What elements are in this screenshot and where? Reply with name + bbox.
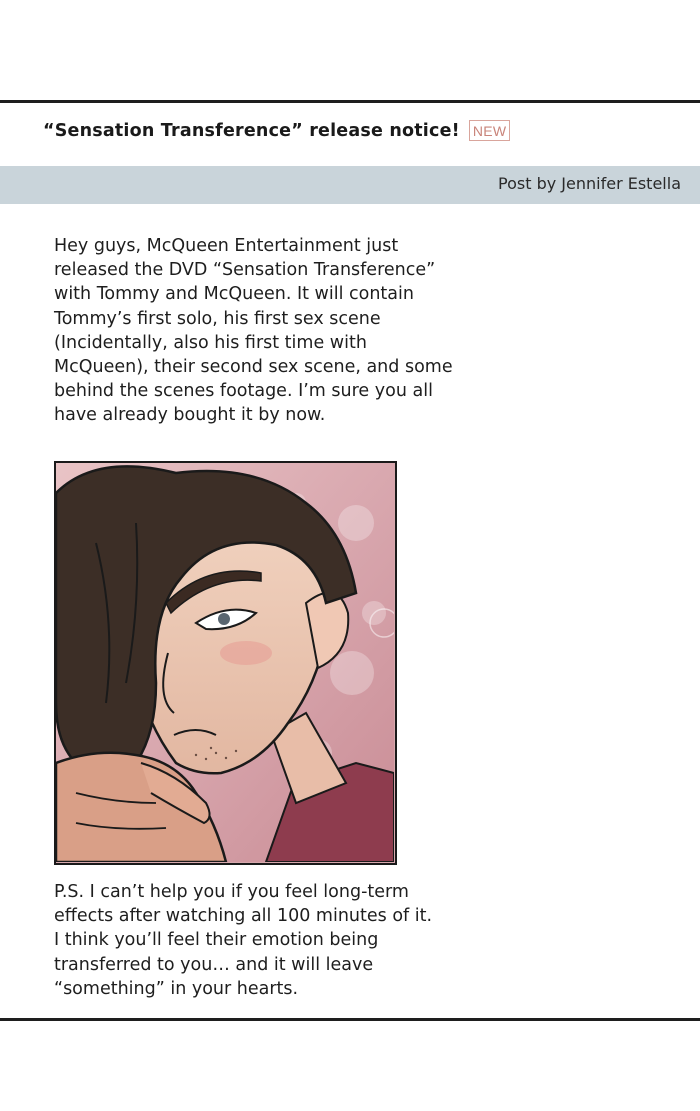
post-postscript: P.S. I can’t help you if you feel long-t… bbox=[54, 882, 433, 999]
post-author: Post by Jennifer Estella bbox=[498, 174, 681, 193]
author-bar: Post by Jennifer Estella bbox=[0, 166, 700, 204]
illustration-art bbox=[56, 463, 394, 862]
top-divider bbox=[0, 100, 700, 103]
new-badge: NEW bbox=[468, 120, 511, 141]
post-title-row: “Sensation Transference” release notice!… bbox=[43, 120, 511, 141]
post-title[interactable]: “Sensation Transference” release notice! bbox=[43, 121, 460, 141]
post-body: Hey guys, McQueen Entertainment just rel… bbox=[54, 236, 453, 426]
bottom-divider bbox=[0, 1018, 700, 1021]
post-illustration bbox=[54, 461, 397, 865]
